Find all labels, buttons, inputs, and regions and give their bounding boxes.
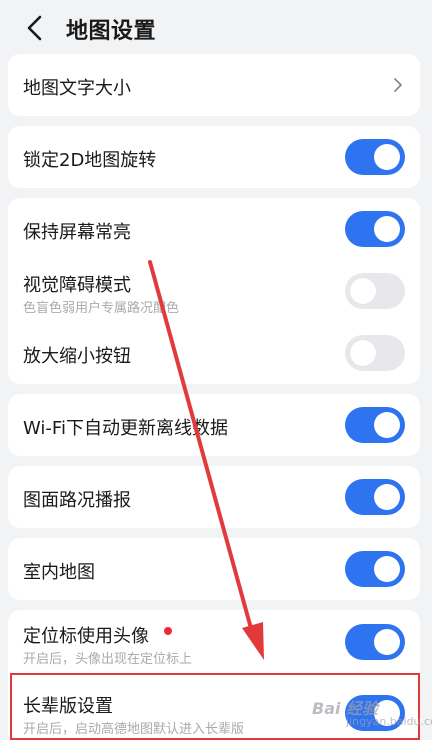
settings-card-display: 保持屏幕常亮 视觉障碍模式 色盲色弱用户专属路况配色 放大缩小按钮 xyxy=(8,198,420,384)
toggle-knob xyxy=(374,144,400,170)
setting-label: 定位标使用头像 xyxy=(23,626,149,647)
setting-row-zoom-buttons: 放大缩小按钮 xyxy=(8,322,420,384)
setting-label: 室内地图 xyxy=(23,562,95,583)
toggle-knob xyxy=(350,278,376,304)
visual-impairment-toggle[interactable] xyxy=(345,273,405,309)
setting-sublabel: 色盲色弱用户专属路况配色 xyxy=(23,301,180,316)
setting-label: 保持屏幕常亮 xyxy=(23,222,131,243)
page-title: 地图设置 xyxy=(66,19,157,44)
setting-row-map-text-size[interactable]: 地图文字大小 xyxy=(8,54,420,116)
header: 地图设置 xyxy=(0,0,432,56)
setting-label: 放大缩小按钮 xyxy=(23,346,131,367)
lock-2d-rotation-toggle[interactable] xyxy=(345,139,405,175)
toggle-knob xyxy=(374,216,400,242)
settings-card-rotation: 锁定2D地图旋转 xyxy=(8,126,420,188)
settings-card-text-size: 地图文字大小 xyxy=(8,54,420,116)
settings-card-traffic: 图面路况播报 xyxy=(8,466,420,528)
setting-sublabel: 开启后，头像出现在定位标上 xyxy=(23,652,193,667)
setting-label: 地图文字大小 xyxy=(23,78,131,99)
traffic-broadcast-toggle[interactable] xyxy=(345,479,405,515)
setting-row-visual-impairment: 视觉障碍模式 色盲色弱用户专属路况配色 xyxy=(8,260,420,322)
setting-label: 视觉障碍模式 xyxy=(23,275,131,296)
setting-row-wifi-offline-update: Wi-Fi下自动更新离线数据 xyxy=(8,394,420,456)
chevron-left-icon[interactable] xyxy=(20,12,50,44)
setting-row-keep-screen-on: 保持屏幕常亮 xyxy=(8,198,420,260)
toggle-knob xyxy=(350,340,376,366)
settings-card-wifi: Wi-Fi下自动更新离线数据 xyxy=(8,394,420,456)
new-badge-dot xyxy=(164,627,172,635)
settings-card-indoor: 室内地图 xyxy=(8,538,420,600)
watermark-url: jingyan.baidu.com xyxy=(346,715,432,728)
setting-label: 锁定2D地图旋转 xyxy=(23,150,157,171)
chevron-right-icon xyxy=(394,78,402,92)
wifi-offline-update-toggle[interactable] xyxy=(345,407,405,443)
toggle-knob xyxy=(374,412,400,438)
setting-row-lock-2d-rotation: 锁定2D地图旋转 xyxy=(8,126,420,188)
setting-label: Wi-Fi下自动更新离线数据 xyxy=(23,418,228,439)
setting-label: 图面路况播报 xyxy=(23,490,131,511)
setting-row-avatar-locator: 定位标使用头像 开启后，头像出现在定位标上 xyxy=(8,610,420,674)
setting-row-traffic-broadcast: 图面路况播报 xyxy=(8,466,420,528)
keep-screen-on-toggle[interactable] xyxy=(345,211,405,247)
toggle-knob xyxy=(374,556,400,582)
zoom-buttons-toggle[interactable] xyxy=(345,335,405,371)
setting-row-indoor-map: 室内地图 xyxy=(8,538,420,600)
avatar-locator-toggle[interactable] xyxy=(345,624,405,660)
toggle-knob xyxy=(374,629,400,655)
indoor-map-toggle[interactable] xyxy=(345,551,405,587)
toggle-knob xyxy=(374,484,400,510)
